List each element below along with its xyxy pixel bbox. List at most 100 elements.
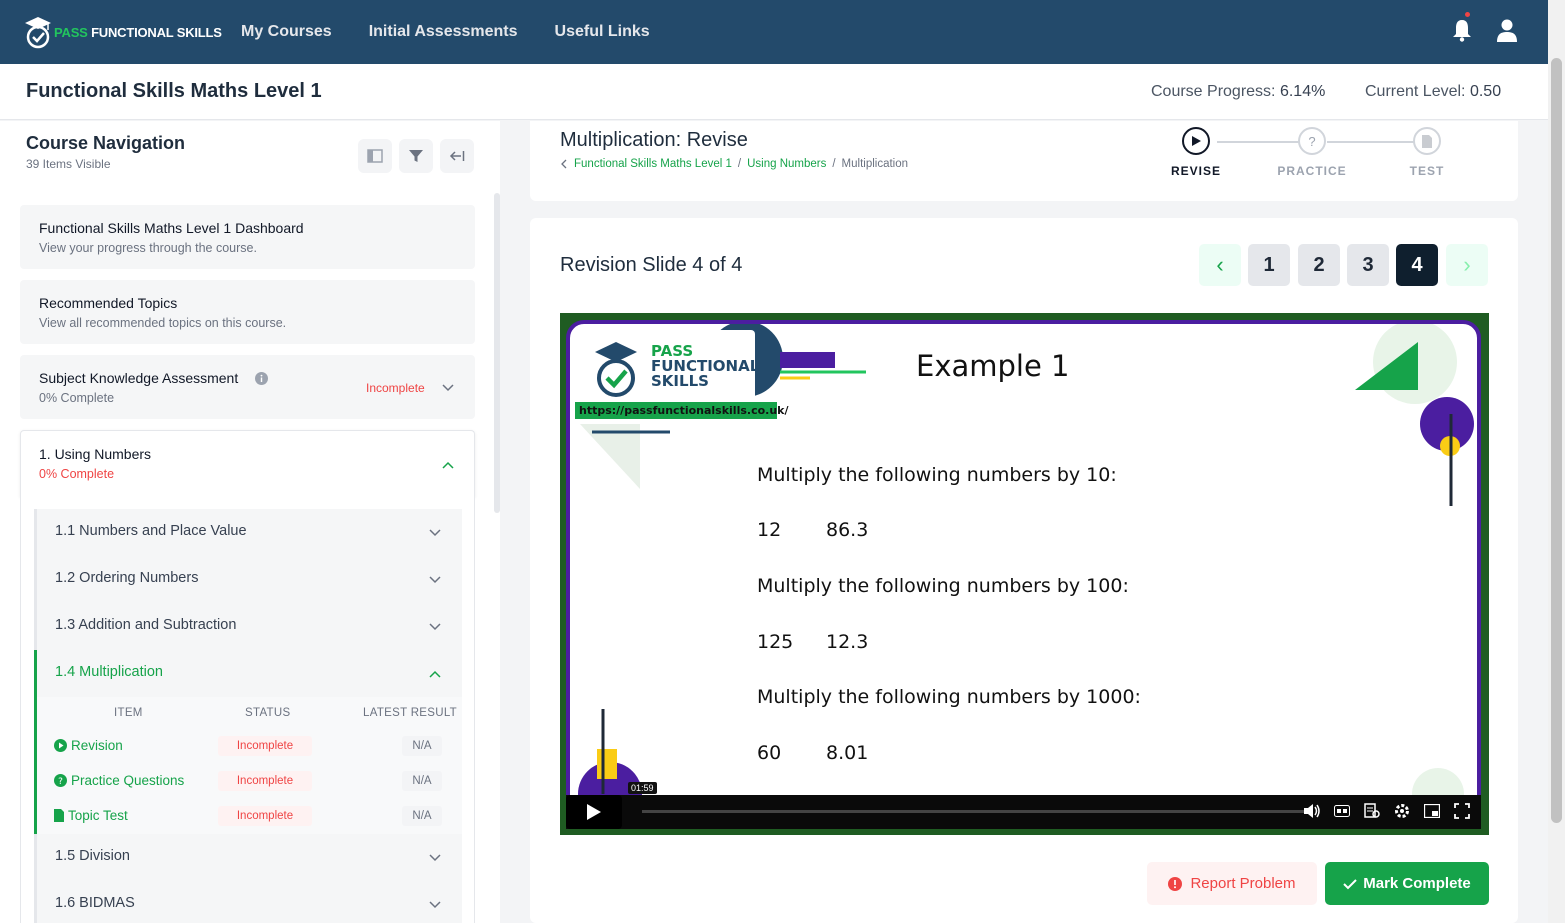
item-row-revision[interactable]: Revision xyxy=(54,734,123,756)
video-controls: 01:59 xyxy=(566,782,1481,829)
settings-gear-icon[interactable] xyxy=(1393,802,1411,820)
step-revise[interactable]: REVISE xyxy=(1156,127,1236,178)
time-tooltip: 01:59 xyxy=(628,782,657,794)
filter-button[interactable] xyxy=(399,139,433,173)
slide-number: 12 xyxy=(757,519,782,541)
step-practice[interactable]: ? PRACTICE xyxy=(1272,127,1352,178)
chevron-up-icon[interactable] xyxy=(441,458,455,472)
slide-page-3[interactable]: 3 xyxy=(1347,244,1389,286)
slide-line: Multiply the following numbers by 100: xyxy=(757,575,1129,597)
result-badge: N/A xyxy=(402,806,442,826)
item-label: Practice Questions xyxy=(71,772,185,788)
course-progress: Course Progress: 6.14% xyxy=(1151,83,1325,101)
next-slide-button[interactable]: › xyxy=(1446,244,1488,286)
slide-page-1[interactable]: 1 xyxy=(1248,244,1290,286)
sidebar-title: Course Navigation xyxy=(26,133,186,153)
nav-initial-assessments[interactable]: Initial Assessments xyxy=(369,23,518,41)
sidebar-scrollbar[interactable] xyxy=(494,193,500,513)
dashboard-card[interactable]: Functional Skills Maths Level 1 Dashboar… xyxy=(20,205,475,269)
col-header-item: ITEM xyxy=(114,707,143,719)
chevron-down-icon[interactable] xyxy=(441,381,455,395)
video-player[interactable]: PASS FUNCTIONAL SKILLS https://passfunct… xyxy=(560,313,1489,835)
topic-label: 1.2 Ordering Numbers xyxy=(55,570,199,586)
report-problem-label: Report Problem xyxy=(1190,875,1296,892)
recommended-topics-card[interactable]: Recommended Topics View all recommended … xyxy=(20,280,475,344)
play-circle-icon xyxy=(54,738,67,752)
video-frame: PASS FUNCTIONAL SKILLS https://passfunct… xyxy=(566,320,1481,828)
card-title: Functional Skills Maths Level 1 Dashboar… xyxy=(39,220,304,236)
fullscreen-icon[interactable] xyxy=(1453,802,1471,820)
user-avatar-icon[interactable] xyxy=(1496,19,1518,43)
topic-1-5[interactable]: 1.5 Division xyxy=(34,834,462,881)
pass-functional-skills-logo: PASS FUNCTIONAL SKILLS https://passfunct… xyxy=(575,330,789,423)
mark-complete-button[interactable]: Mark Complete xyxy=(1325,862,1489,905)
graduation-check-icon xyxy=(595,342,637,397)
collapse-sidebar-button[interactable] xyxy=(440,139,474,173)
chevron-left-icon[interactable] xyxy=(560,159,568,169)
nav-useful-links[interactable]: Useful Links xyxy=(555,23,650,41)
info-icon[interactable] xyxy=(255,372,268,385)
notification-dot xyxy=(1465,12,1470,17)
result-badge: N/A xyxy=(402,771,442,791)
topic-1-3[interactable]: 1.3 Addition and Subtraction xyxy=(34,603,462,650)
document-icon xyxy=(54,808,64,822)
subject-knowledge-card[interactable]: Subject Knowledge Assessment 0% Complete… xyxy=(20,355,475,419)
item-label: Topic Test xyxy=(68,807,128,823)
lesson-title: Multiplication: Revise xyxy=(560,129,748,151)
toggle-layout-button[interactable] xyxy=(358,139,392,173)
video-timeline[interactable] xyxy=(642,810,1306,813)
card-subtitle: View all recommended topics on this cour… xyxy=(39,316,287,330)
logo-suffix: FUNCTIONAL SKILLS xyxy=(91,24,222,40)
slide-line: Multiply the following numbers by 1000: xyxy=(757,686,1141,708)
captions-icon[interactable] xyxy=(1333,802,1351,820)
section-using-numbers[interactable]: 1. Using Numbers 0% Complete xyxy=(20,430,475,497)
volume-icon[interactable] xyxy=(1303,802,1321,820)
notifications-button[interactable] xyxy=(1452,12,1476,44)
item-row-topic-test[interactable]: Topic Test xyxy=(54,804,128,826)
breadcrumb-course[interactable]: Functional Skills Maths Level 1 xyxy=(574,158,732,170)
picture-in-picture-icon[interactable] xyxy=(1423,802,1441,820)
topic-1-1[interactable]: 1.1 Numbers and Place Value xyxy=(34,509,462,556)
topic-label: 1.1 Numbers and Place Value xyxy=(55,523,247,539)
brand-logo[interactable]: PASS FUNCTIONAL SKILLS xyxy=(24,15,224,49)
item-row-practice[interactable]: ? Practice Questions xyxy=(54,769,184,791)
mark-complete-label: Mark Complete xyxy=(1363,875,1471,892)
chevron-right-icon: › xyxy=(1463,252,1471,277)
prev-slide-button[interactable]: ‹ xyxy=(1199,244,1241,286)
card-subtitle: 0% Complete xyxy=(39,391,115,405)
step-label: REVISE xyxy=(1170,164,1221,178)
breadcrumb-separator: / xyxy=(737,158,742,170)
bell-icon xyxy=(1453,20,1471,42)
slide-page-2[interactable]: 2 xyxy=(1298,244,1340,286)
graduation-check-icon xyxy=(25,17,51,49)
step-test[interactable]: TEST xyxy=(1387,127,1467,178)
progress-label: Course Progress: xyxy=(1151,83,1276,100)
play-icon xyxy=(587,804,601,820)
topic-1-2[interactable]: 1.2 Ordering Numbers xyxy=(34,556,462,603)
topic-1-4[interactable]: 1.4 Multiplication xyxy=(34,650,462,697)
chevron-down-icon xyxy=(429,901,441,909)
result-badge: N/A xyxy=(402,736,442,756)
nav-my-courses[interactable]: My Courses xyxy=(241,23,332,41)
report-problem-button[interactable]: Report Problem xyxy=(1147,862,1317,905)
chevron-down-icon xyxy=(429,529,441,537)
logo-prefix: PASS xyxy=(54,24,88,40)
slide-page-4[interactable]: 4 xyxy=(1396,244,1438,286)
filter-icon xyxy=(409,150,423,162)
sidebar-layout-icon xyxy=(367,149,383,163)
breadcrumb-current: Multiplication xyxy=(841,158,909,170)
alert-circle-icon xyxy=(1168,876,1183,891)
level-label: Current Level: xyxy=(1365,83,1466,100)
slide-line: Multiply the following numbers by 10: xyxy=(757,464,1117,486)
page-scrollbar[interactable] xyxy=(1548,0,1565,923)
topic-1-6[interactable]: 1.6 BIDMAS xyxy=(34,881,462,923)
chevron-down-icon xyxy=(429,576,441,584)
slide-title: Example 1 xyxy=(916,349,1070,383)
progress-value: 6.14% xyxy=(1279,83,1326,100)
play-button[interactable] xyxy=(566,795,622,829)
page-scrollbar-thumb[interactable] xyxy=(1551,58,1562,823)
slide-number: 12.3 xyxy=(826,631,869,653)
lesson-header-panel: Multiplication: Revise Functional Skills… xyxy=(530,121,1518,201)
transcript-icon[interactable] xyxy=(1363,802,1381,820)
breadcrumb-topic[interactable]: Using Numbers xyxy=(747,158,826,170)
